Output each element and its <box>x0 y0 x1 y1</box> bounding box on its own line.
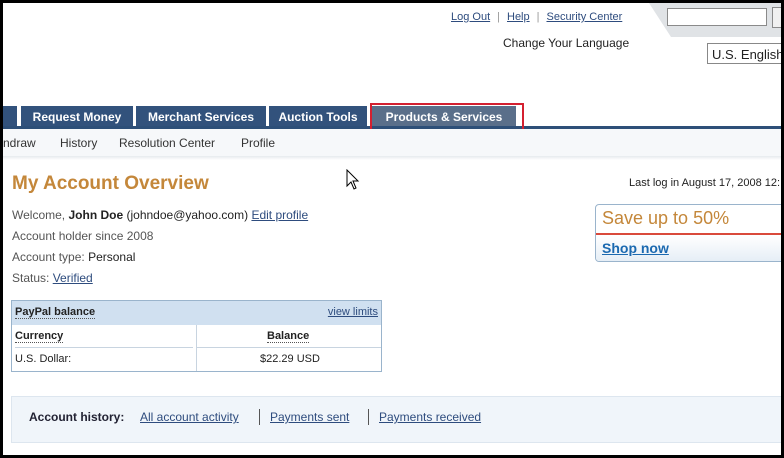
subnav-resolution-center[interactable]: Resolution Center <box>119 136 215 150</box>
welcome-label: Welcome, <box>12 208 66 222</box>
subnav-shadow <box>3 156 781 160</box>
history-separator <box>368 409 369 425</box>
search-button[interactable] <box>772 7 781 28</box>
payments-received-link[interactable]: Payments received <box>379 410 481 424</box>
balance-header-label: Balance <box>267 330 310 343</box>
promo-banner[interactable]: Save up to 50% Shop now <box>595 204 781 262</box>
all-activity-link[interactable]: All account activity <box>140 410 239 424</box>
view-limits-link[interactable]: view limits <box>328 306 378 318</box>
browser-frame: Log Out | Help | Security Center Change Your… <box>3 3 781 455</box>
edit-profile-link[interactable]: Edit profile <box>251 208 308 222</box>
status-line: Status: Verified <box>12 271 93 285</box>
separator: | <box>536 11 540 23</box>
security-center-link[interactable]: Security Center <box>546 11 622 23</box>
account-type-value: Personal <box>88 250 136 264</box>
balance-cell: $22.29 USD <box>260 353 320 365</box>
last-login: Last log in August 17, 2008 12: <box>629 177 781 189</box>
account-type-line: Account type: Personal <box>12 250 135 264</box>
change-language-label: Change Your Language <box>503 36 630 50</box>
subnav: ndraw History Resolution Center Profile <box>3 129 781 157</box>
search-input[interactable] <box>667 8 767 26</box>
currency-cell: U.S. Dollar: <box>15 353 72 365</box>
balance-header: PayPal balance view limits <box>12 301 381 325</box>
page-title: My Account Overview <box>12 173 209 194</box>
status-label: Status: <box>12 271 50 285</box>
subnav-withdraw[interactable]: ndraw <box>3 136 36 150</box>
help-link[interactable]: Help <box>507 11 530 23</box>
user-email: (johndoe@yahoo.com) <box>126 208 249 222</box>
subnav-history[interactable]: History <box>60 136 97 150</box>
history-separator <box>259 409 260 425</box>
account-history-label: Account history: <box>29 410 125 424</box>
promo-headline: Save up to 50% <box>602 208 730 228</box>
logout-link[interactable]: Log Out <box>451 11 490 23</box>
balance-title: PayPal balance <box>15 306 96 319</box>
currency-header-label: Currency <box>15 330 64 343</box>
column-divider <box>196 325 197 371</box>
user-name: John Doe <box>68 208 124 222</box>
subnav-profile[interactable]: Profile <box>241 136 275 150</box>
shop-now-link[interactable]: Shop now <box>602 240 669 256</box>
mouse-cursor-icon <box>346 169 360 190</box>
balance-col-header: Balance <box>197 325 381 348</box>
balance-table: PayPal balance view limits Currency Bala… <box>11 300 382 372</box>
welcome-line: Welcome, John Doe (johndoe@yahoo.com) Ed… <box>12 208 308 222</box>
top-links: Log Out | Help | Security Center <box>451 11 622 23</box>
account-type-label: Account type: <box>12 250 85 264</box>
currency-header: Currency <box>15 325 193 348</box>
separator: | <box>497 11 500 23</box>
holder-since: Account holder since 2008 <box>12 229 154 243</box>
status-verified-link[interactable]: Verified <box>53 271 93 285</box>
language-select[interactable]: U.S. English <box>707 43 781 64</box>
account-history: Account history: All account activity Pa… <box>11 396 781 443</box>
payments-sent-link[interactable]: Payments sent <box>270 410 349 424</box>
